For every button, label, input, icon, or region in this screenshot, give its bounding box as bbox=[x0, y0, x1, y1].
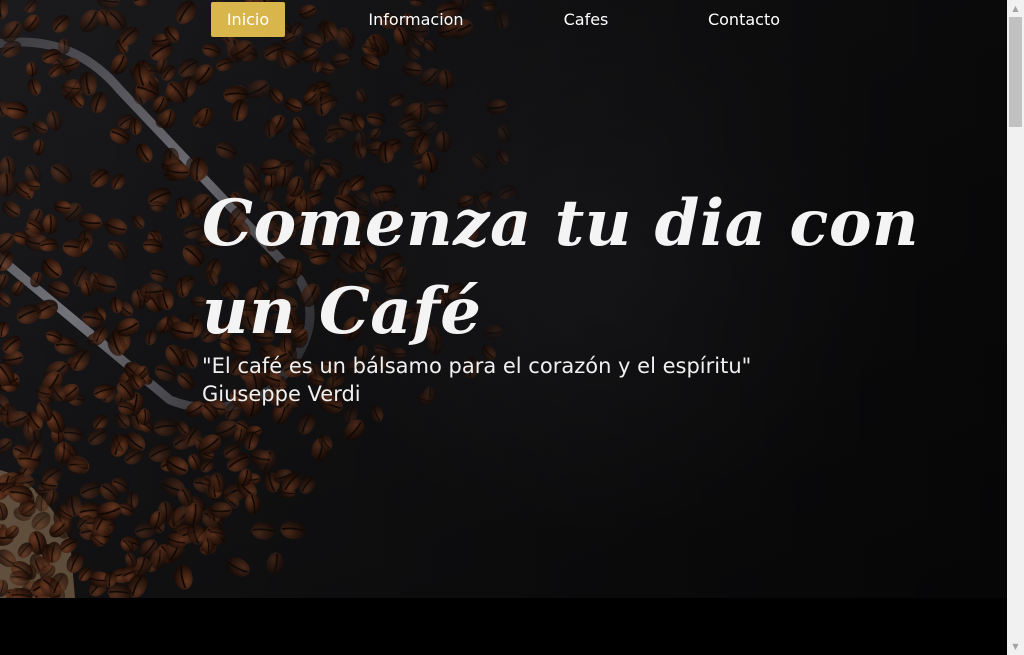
nav-item-inicio[interactable]: Inicio bbox=[211, 2, 285, 37]
nav-item-cafes[interactable]: Cafes bbox=[548, 2, 624, 37]
hero-section: Comenza tu dia con un Café "El café es u… bbox=[0, 0, 1007, 598]
hero-headline: Comenza tu dia con un Café bbox=[202, 186, 920, 349]
scrollbar-thumb[interactable] bbox=[1009, 17, 1022, 127]
hero-quote-author: Giuseppe Verdi bbox=[202, 382, 361, 406]
next-section bbox=[0, 598, 1007, 655]
nav-item-contacto[interactable]: Contacto bbox=[694, 2, 794, 37]
hero-quote: "El café es un bálsamo para el corazón y… bbox=[202, 354, 752, 378]
vertical-scrollbar[interactable]: ▲ ▼ bbox=[1007, 0, 1024, 655]
nav-item-informacion[interactable]: Informacion bbox=[350, 2, 482, 37]
main-nav: Inicio Informacion Cafes Contacto bbox=[0, 2, 1007, 38]
triangle-down-icon[interactable]: ▼ bbox=[1007, 638, 1024, 655]
page-viewport: Comenza tu dia con un Café "El café es u… bbox=[0, 0, 1007, 655]
triangle-up-icon[interactable]: ▲ bbox=[1007, 0, 1024, 17]
